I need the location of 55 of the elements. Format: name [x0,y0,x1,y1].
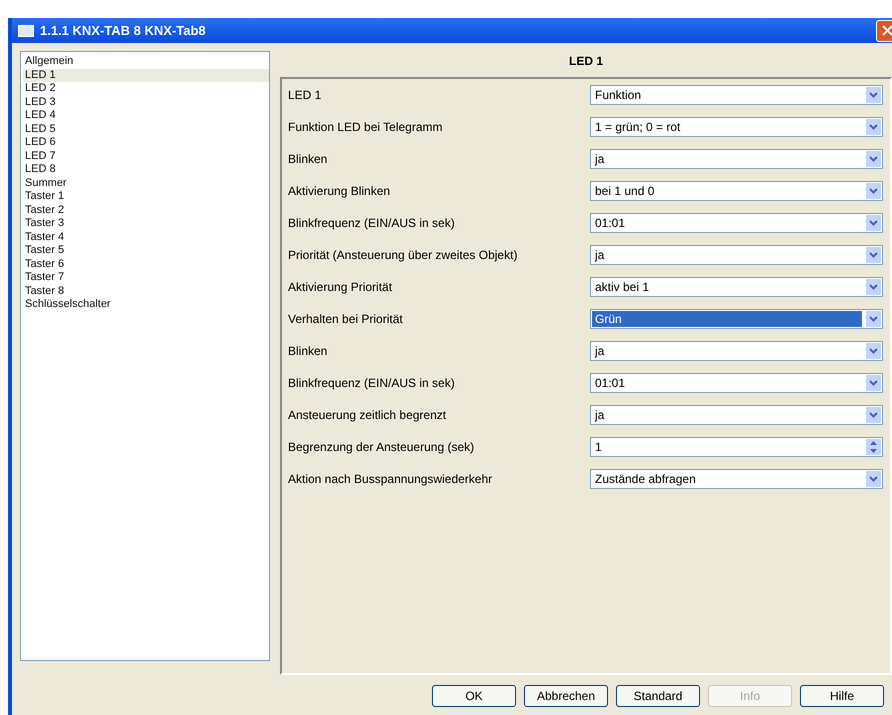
dropdown[interactable]: ja [590,341,883,361]
parameter-label: Verhalten bei Priorität [288,312,404,326]
sidebar-item[interactable]: Schlüsselschalter [23,298,269,312]
sidebar-item[interactable]: Taster 6 [23,258,269,271]
sidebar-item[interactable]: LED 2 [23,82,269,96]
dropdown[interactable]: ja [590,149,883,169]
sidebar-item[interactable]: LED 3 [23,96,269,109]
parameter-label: Begrenzung der Ansteuerung (sek) [288,440,476,454]
sidebar-item[interactable]: Summer [23,176,269,190]
dropdown[interactable]: 1 = grün; 0 = rot [590,117,883,137]
parameter-label: Ansteuerung zeitlich begrenzt [288,408,448,422]
parameter-label: Blinkfrequenz (EIN/AUS in sek) [288,216,456,230]
parameter-label: Funktion LED bei Telegramm [288,120,444,134]
dropdown[interactable]: Funktion [590,85,883,105]
dialog-button[interactable]: Hilfe [800,685,884,707]
parameter-label: Blinken [288,344,328,358]
sidebar-item[interactable]: Taster 7 [23,271,269,284]
dropdown[interactable]: Grün [590,309,883,329]
sidebar-item[interactable]: Allgemein [23,55,269,68]
sidebar-item[interactable]: Taster 5 [23,244,269,258]
parameter-label: Aktivierung Blinken [288,184,392,198]
close-button[interactable] [876,20,892,42]
sidebar-item[interactable]: LED 8 [23,163,269,176]
close-icon [882,25,892,36]
dropdown[interactable]: ja [590,405,883,425]
parameter-label: Aktion nach Busspannungswiederkehr [288,472,494,486]
dialog-button[interactable]: Abbrechen [524,685,608,707]
sidebar-item[interactable]: Taster 8 [23,284,269,298]
parameter-label: Blinkfrequenz (EIN/AUS in sek) [288,376,456,390]
sidebar-item[interactable]: LED 7 [23,150,269,163]
sidebar-item[interactable]: LED 4 [23,109,269,122]
parameter-label: Priorität (Ansteuerung über zweites Objekt) [288,248,518,262]
parameter-label: LED 1 [288,88,322,102]
spin-arrows-icon [866,439,881,455]
dialog-button[interactable]: OK [432,685,516,707]
dropdown[interactable]: aktiv bei 1 [590,277,883,297]
dropdown[interactable]: bei 1 und 0 [590,181,883,201]
dropdown[interactable]: 01:01 [590,213,883,233]
dialog-button[interactable]: Standard [616,685,700,707]
sidebar-item[interactable]: Taster 2 [23,204,269,217]
window-icon [18,24,34,36]
sidebar-item[interactable]: Taster 1 [23,190,269,204]
parameter-label: Aktivierung Priorität [288,280,394,294]
window-title: 1.1.1 KNX-TAB 8 KNX-Tab8 [40,23,206,38]
spin-field[interactable]: 1 [590,437,883,457]
sidebar-item[interactable]: Taster 4 [23,230,269,244]
sidebar-item[interactable]: Taster 3 [23,217,269,230]
sidebar-item[interactable]: LED 6 [23,136,269,150]
dropdown[interactable]: Zustände abfragen [590,469,883,489]
dropdown[interactable]: ja [590,245,883,265]
dropdown[interactable]: 01:01 [590,373,883,393]
panel-title: LED 1 [568,53,604,70]
sidebar-item[interactable]: LED 1 [23,68,269,82]
sidebar-item[interactable]: LED 5 [23,122,269,136]
parameter-label: Blinken [288,152,328,166]
